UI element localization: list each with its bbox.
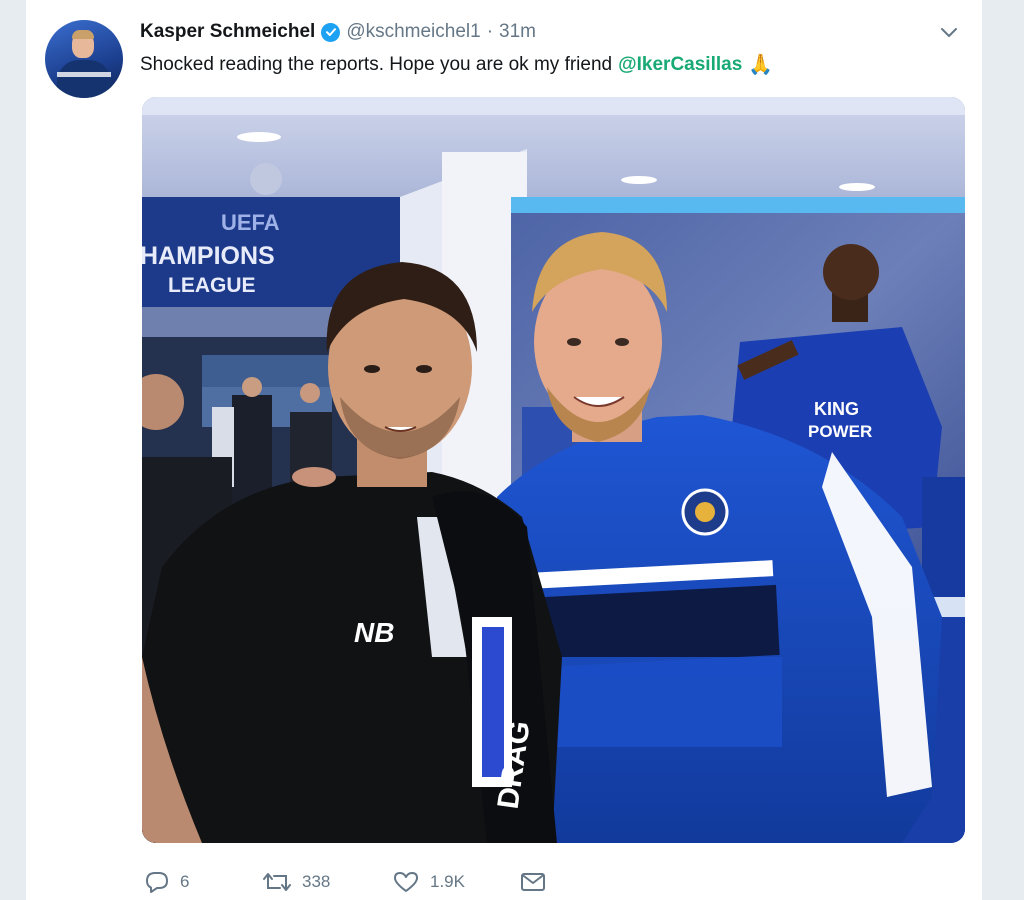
praying-hands-emoji: 🙏 — [748, 54, 774, 76]
reply-icon — [144, 870, 170, 894]
reply-count: 6 — [180, 872, 190, 891]
poster-sponsor-power: POWER — [808, 422, 872, 441]
tweet-actions: 6 338 1.9K — [144, 866, 560, 898]
verified-badge-icon — [321, 22, 341, 42]
chevron-down-icon[interactable] — [938, 22, 960, 44]
mention-link[interactable]: @IkerCasillas — [618, 54, 742, 76]
retweet-icon — [262, 870, 292, 894]
like-count: 1.9K — [430, 872, 465, 891]
direct-message-button[interactable] — [520, 871, 560, 893]
photo-scene: UEFA HAMPIONS LEAGUE KING POWER DRAG NB — [142, 97, 965, 843]
retweet-count: 338 — [302, 872, 331, 891]
like-button[interactable]: 1.9K — [392, 870, 520, 894]
retweet-button[interactable]: 338 — [262, 870, 392, 894]
shirt-brand-logo: NB — [354, 617, 394, 648]
sign-uefa: UEFA — [221, 210, 280, 235]
heart-icon — [392, 870, 420, 894]
tweet-text: Shocked reading the reports. Hope you ar… — [140, 52, 773, 77]
author-handle[interactable]: @kschmeichel1 — [346, 21, 480, 43]
separator-dot: · — [486, 21, 494, 42]
direct-message-icon — [520, 871, 546, 893]
tweet-header: Kasper Schmeichel @kschmeichel1 · 31m — [140, 20, 536, 44]
tweet-card: Kasper Schmeichel @kschmeichel1 · 31m Sh… — [26, 0, 982, 900]
author-name[interactable]: Kasper Schmeichel — [140, 21, 315, 43]
sign-league: LEAGUE — [168, 274, 256, 297]
poster-sponsor-king: KING — [814, 399, 859, 419]
tweet-timestamp[interactable]: 31m — [499, 21, 536, 43]
tweet-body-text: Shocked reading the reports. Hope you ar… — [140, 53, 613, 75]
author-avatar[interactable] — [45, 20, 123, 98]
tweet-photo[interactable]: UEFA HAMPIONS LEAGUE KING POWER DRAG NB — [142, 97, 965, 843]
sign-champions: HAMPIONS — [142, 242, 275, 270]
reply-button[interactable]: 6 — [144, 870, 262, 894]
